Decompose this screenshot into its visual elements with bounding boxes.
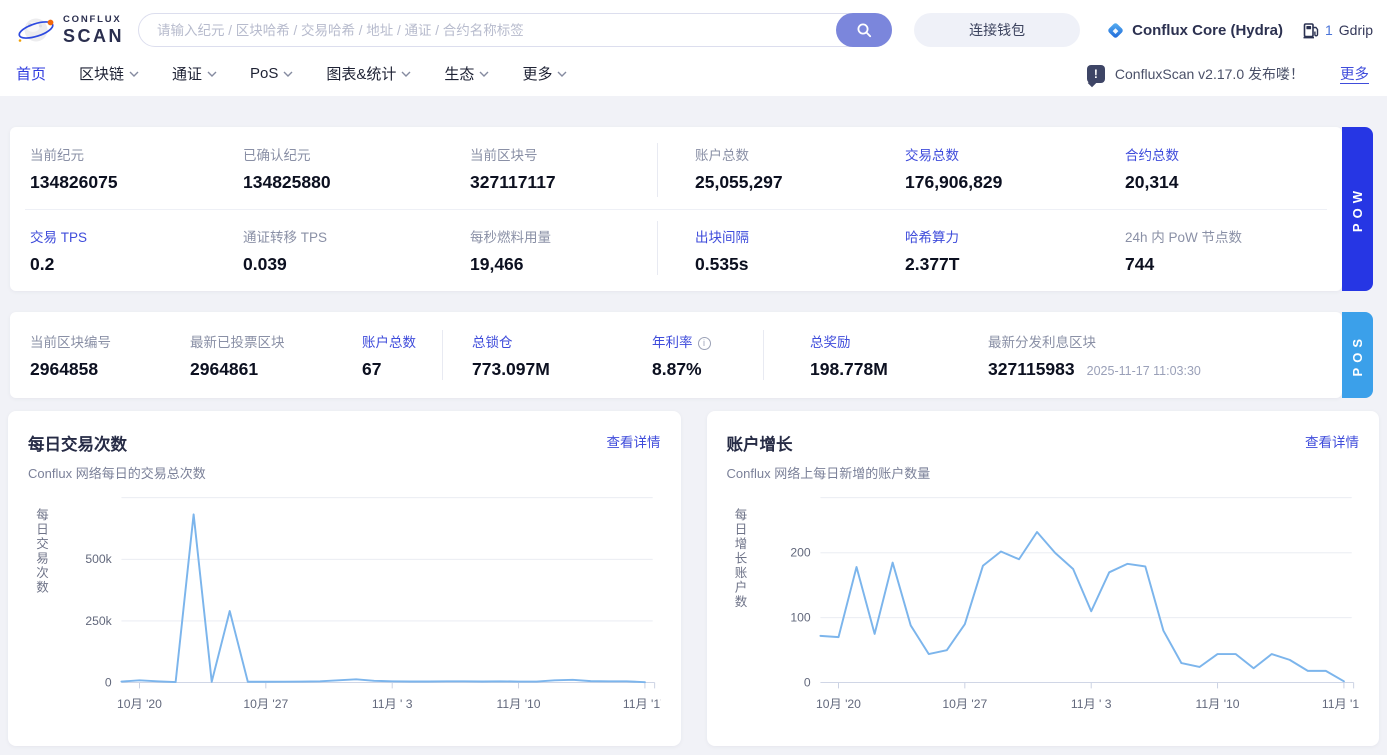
network-selector[interactable]: Conflux Core (Hydra): [1106, 21, 1283, 40]
svg-text:500k: 500k: [85, 552, 112, 566]
info-icon[interactable]: i: [697, 336, 711, 350]
confluxscan-logo[interactable]: CONFLUX SCAN: [16, 14, 124, 46]
announcement-text: ConfluxScan v2.17.0 发布喽！: [1114, 65, 1304, 82]
chevron-down-icon: [129, 71, 139, 77]
gas-price-unit: Gdrip: [1338, 22, 1373, 38]
daily-transactions-chart: 0 250k 500k 10月 '20 10月 '27 11月 ' 3 11月 '10 11月…: [85, 497, 661, 711]
announcement-icon: !: [1086, 64, 1105, 83]
nav-item-blockchain[interactable]: 区块链: [79, 63, 139, 84]
nav-item-pos[interactable]: PoS: [250, 65, 293, 82]
y-axis-label: 每日交易次数: [34, 508, 48, 595]
y-axis-label: 每日增长账户数: [732, 508, 747, 610]
chevron-down-icon: [401, 71, 411, 77]
column-divider: [657, 143, 658, 197]
stat-pos-latest-voted-block: 最新已投票区块 2964861: [190, 335, 285, 379]
pos-tab[interactable]: POS: [1342, 312, 1373, 398]
header: CONFLUX SCAN 连接钱包: [0, 0, 1387, 96]
planet-icon: [18, 18, 54, 42]
account-growth-card: 账户增长 Conflux 网络上每日新增的账户数量 查看详情 每日增长账户数 0…: [706, 411, 1379, 746]
chart-subtitle: Conflux 网络每日的交易总次数: [28, 466, 206, 481]
stat-pos-current-block: 当前区块编号 2964858: [30, 335, 111, 379]
interest-block-timestamp: 2025-11-17 11:03:30: [1086, 364, 1201, 378]
stat-current-epoch: 当前纪元 134826075: [30, 148, 118, 192]
network-label: Conflux Core (Hydra): [1132, 21, 1283, 39]
svg-text:200: 200: [790, 546, 811, 560]
conflux-network-icon: [1108, 22, 1123, 38]
chart-title: 账户增长: [726, 436, 793, 454]
column-divider: [763, 330, 764, 380]
pow-tab[interactable]: POW: [1342, 127, 1373, 291]
svg-text:10月 '20: 10月 '20: [816, 697, 861, 711]
svg-text:10月 '27: 10月 '27: [942, 697, 987, 711]
svg-text:11月 '17: 11月 '17: [623, 697, 661, 711]
nav-item-tokens[interactable]: 通证: [172, 63, 217, 84]
stat-transaction-tps: 交易 TPS 0.2: [30, 230, 88, 274]
column-divider: [657, 221, 658, 275]
stat-gas-per-second: 每秒燃料用量 19,466: [470, 230, 551, 274]
svg-text:11月 '10: 11月 '10: [497, 697, 541, 711]
svg-text:10月 '27: 10月 '27: [243, 697, 288, 711]
pos-stats-card: 当前区块编号 2964858 最新已投票区块 2964861 账户总数 67 总…: [10, 312, 1373, 398]
main-nav: 首页 区块链 通证 PoS 图表&统计 生态 更多 ! ConfluxScan …: [16, 51, 1373, 96]
svg-text:11月 '17: 11月 '17: [1321, 697, 1359, 711]
logo-text: CONFLUX SCAN: [63, 15, 124, 45]
search-button[interactable]: [836, 13, 893, 47]
account-growth-chart: 0 100 200 10月 '20 10月 '27 11月 ' 3 11月 '10 11月 '…: [790, 497, 1359, 711]
svg-text:0: 0: [105, 675, 112, 689]
stat-token-transfer-tps: 通证转移 TPS 0.039: [243, 230, 328, 274]
chevron-down-icon: [479, 71, 489, 77]
stat-total-accounts: 账户总数 25,055,297: [695, 148, 783, 192]
nav-item-home[interactable]: 首页: [16, 63, 46, 84]
svg-text:11月 ' 3: 11月 ' 3: [372, 697, 413, 711]
gas-price[interactable]: 1 Gdrip: [1303, 22, 1373, 39]
stat-total-transactions: 交易总数 176,906,829: [905, 148, 1003, 192]
stat-current-block-number: 当前区块号 327117117: [470, 148, 556, 192]
stat-pos-total-accounts: 账户总数 67: [362, 335, 416, 379]
logo-conflux: CONFLUX: [63, 14, 122, 26]
charts-section: 每日交易次数 Conflux 网络每日的交易总次数 查看详情 每日交易次数 0 2…: [8, 411, 1379, 746]
search-bar: [138, 13, 893, 47]
connect-wallet-button[interactable]: 连接钱包: [914, 13, 1081, 47]
gas-price-value: 1: [1324, 22, 1333, 38]
announcement-more-link[interactable]: 更多: [1340, 63, 1369, 84]
nav-item-charts-stats[interactable]: 图表&统计: [326, 63, 411, 84]
view-details-link[interactable]: 查看详情: [607, 431, 661, 451]
stat-pos-total-locked: 总锁仓 773.097M: [472, 335, 550, 379]
chart-title: 每日交易次数: [28, 436, 127, 454]
chevron-down-icon: [283, 71, 293, 77]
row-divider: [25, 209, 1327, 210]
chevron-down-icon: [207, 71, 217, 77]
view-details-link[interactable]: 查看详情: [1305, 431, 1359, 451]
search-input[interactable]: [138, 13, 893, 47]
svg-text:250k: 250k: [85, 614, 112, 628]
svg-text:11月 ' 3: 11月 ' 3: [1070, 697, 1111, 711]
svg-text:11月 '10: 11月 '10: [1195, 697, 1239, 711]
stat-hashrate: 哈希算力 2.377T: [905, 230, 960, 274]
stat-total-contracts: 合约总数 20,314: [1125, 148, 1179, 192]
stat-pos-latest-interest-block: 最新分发利息区块 327115983 2025-11-17 11:03:30: [988, 335, 1201, 379]
column-divider: [442, 330, 443, 380]
nav-item-ecosystem[interactable]: 生态: [444, 63, 489, 84]
stat-pow-nodes-24h: 24h 内 PoW 节点数 744: [1125, 230, 1243, 274]
svg-text:100: 100: [790, 611, 811, 625]
gas-pump-icon: [1303, 22, 1319, 38]
pow-stats-card: 当前纪元 134826075 已确认纪元 134825880 当前区块号 327…: [10, 127, 1373, 291]
stat-confirmed-epoch: 已确认纪元 134825880: [243, 148, 331, 192]
logo-scan: SCAN: [63, 25, 125, 46]
nav-item-more[interactable]: 更多: [522, 63, 567, 84]
chart-subtitle: Conflux 网络上每日新增的账户数量: [726, 466, 931, 481]
stat-pos-total-rewards: 总奖励 198.778M: [810, 335, 888, 379]
svg-text:10月 '20: 10月 '20: [117, 697, 162, 711]
search-icon: [857, 23, 871, 37]
stat-pos-apy: 年利率 i 8.87%: [652, 331, 810, 398]
stat-block-interval: 出块间隔 0.535s: [695, 230, 749, 274]
chevron-down-icon: [557, 71, 567, 77]
svg-text:0: 0: [803, 675, 810, 689]
daily-transactions-card: 每日交易次数 Conflux 网络每日的交易总次数 查看详情 每日交易次数 0 2…: [8, 411, 681, 746]
